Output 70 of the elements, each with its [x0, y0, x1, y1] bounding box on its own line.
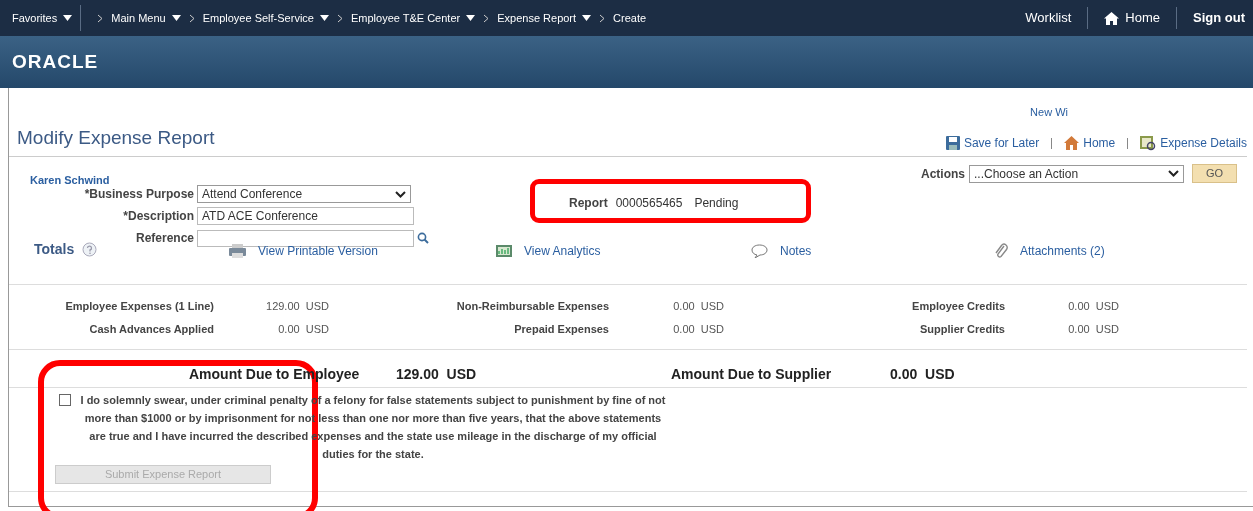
reference-field[interactable] [197, 229, 414, 247]
amount-value: 0.00 USD [1067, 322, 1119, 337]
actions-label: Actions [921, 165, 965, 183]
amount-value: 0.00 USD [277, 322, 329, 337]
amount-due-value: 0.00 USD [890, 365, 955, 384]
nav-link[interactable]: Home [1104, 8, 1160, 28]
page-link[interactable]: Expense Details [1140, 134, 1247, 152]
chevron-down-icon [1168, 170, 1179, 177]
printer-icon [229, 244, 246, 258]
chevron-down-icon [395, 190, 406, 198]
caret-icon [582, 15, 592, 21]
report-label: Report [569, 195, 608, 212]
nav-menu-item[interactable]: Employee T&E Center [350, 9, 476, 27]
caret-icon [319, 15, 329, 21]
nav-menu-item[interactable]: Employee Self-Service [202, 9, 329, 27]
amount-due-label: Amount Due to Supplier [671, 365, 832, 384]
employee-name: Karen Schwind [30, 173, 110, 188]
amount-label: Supplier Credits [919, 322, 1005, 337]
nav-menu-item[interactable]: Main Menu [111, 9, 181, 27]
page-link[interactable]: Home [1064, 134, 1116, 152]
amount-label: Employee Expenses (1 Line) [64, 299, 214, 314]
amount-label: Prepaid Expenses [513, 322, 609, 337]
nav-menu-item[interactable]: Create [613, 9, 647, 27]
description-field[interactable]: ATD ACE Conference [197, 207, 414, 225]
amount-label: Non-Reimbursable Expenses [455, 299, 609, 314]
caret-icon [63, 15, 73, 21]
amount-value: 0.00 USD [1067, 299, 1119, 314]
caret-icon [171, 15, 181, 21]
toolbar-link[interactable]: Attachments (2) [994, 242, 1105, 260]
page-title: Modify Expense Report [17, 125, 215, 150]
home-icon [1064, 136, 1080, 150]
amount-value: 129.00 USD [265, 299, 329, 314]
speech-bubble-icon [751, 244, 768, 258]
chevron-icon [336, 13, 343, 23]
report-number: 0000565465 [615, 195, 683, 212]
totals-heading: Totals [34, 240, 75, 259]
go-button[interactable]: GO [1192, 164, 1237, 183]
nav-link[interactable]: Sign out [1193, 8, 1245, 28]
amount-label: Cash Advances Applied [88, 322, 214, 337]
search-icon[interactable] [417, 232, 429, 244]
business-purpose-select[interactable]: Attend Conference [197, 185, 411, 203]
amount-value: 0.00 USD [672, 299, 724, 314]
amount-label: Employee Credits [911, 299, 1005, 314]
amount-value: 0.00 USD [672, 322, 724, 337]
chart-icon [496, 245, 512, 257]
field-label: Reference [134, 230, 195, 247]
report-status: Pending [694, 195, 739, 212]
toolbar-link[interactable]: View Analytics [496, 242, 601, 260]
new-window-link[interactable]: New Wi [1030, 104, 1068, 118]
chevron-icon [188, 13, 195, 23]
chevron-icon [599, 13, 606, 23]
amount-due-value: 129.00 USD [396, 365, 477, 384]
home-icon [1104, 11, 1120, 25]
nav-link[interactable]: Worklist [1025, 8, 1072, 28]
field-label: *Description [122, 208, 195, 225]
attestation-checkbox[interactable] [59, 394, 71, 406]
toolbar-link[interactable]: View Printable Version [229, 242, 378, 260]
details-icon [1140, 135, 1157, 151]
actions-select[interactable]: ...Choose an Action [969, 164, 1184, 183]
paperclip-icon [994, 243, 1008, 259]
caret-icon [466, 15, 476, 21]
oracle-logo: ORACLE [12, 49, 99, 74]
nav-menu-item[interactable]: Expense Report [497, 9, 592, 27]
help-icon[interactable] [82, 242, 98, 257]
chevron-icon [97, 13, 104, 23]
page-link[interactable]: Save for Later [945, 134, 1040, 152]
toolbar-link[interactable]: Notes [751, 242, 812, 260]
chevron-icon [483, 13, 490, 23]
field-label: *Business Purpose [83, 186, 195, 203]
nav-menu-item[interactable]: Favorites [12, 9, 73, 27]
